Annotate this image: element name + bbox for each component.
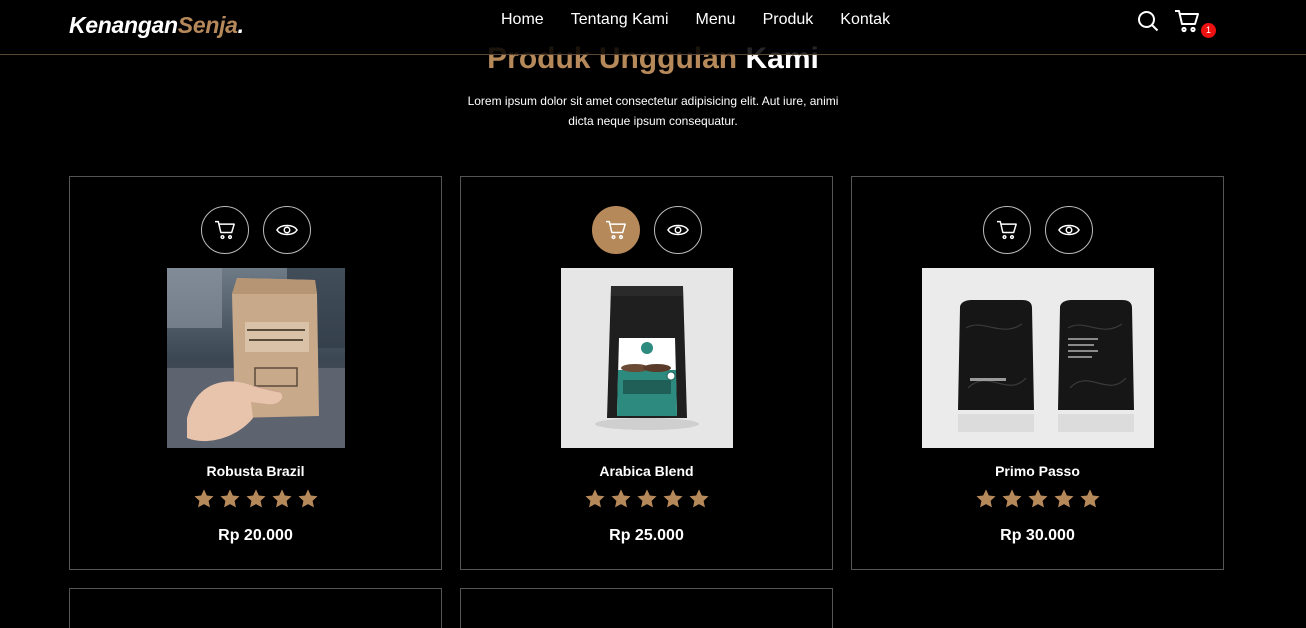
product-image [561,268,733,448]
product-price: Rp 20.000 [218,527,293,544]
product-card: Primo Passo Rp 30.000 [851,176,1224,570]
cart-icon [214,220,235,240]
logo-dot: . [237,12,244,38]
product-actions [852,206,1223,254]
product-card: Arabica Blend Rp 25.000 [460,176,833,570]
star-icon [1027,489,1048,508]
star-icon [245,489,266,508]
product-card: Robusta Brazil Rp 20.000 [69,176,442,570]
product-card [460,588,833,628]
logo-main: Kenangan [69,12,178,38]
navbar: KenanganSenja. Home Tentang Kami Menu Pr… [0,0,1306,55]
view-detail-button[interactable] [653,206,702,254]
star-icon [1079,489,1100,508]
nav-about[interactable]: Tentang Kami [571,11,669,29]
product-rating [461,488,832,510]
add-to-cart-button[interactable] [200,206,249,254]
nav-links: Home Tentang Kami Menu Produk Kontak [501,11,917,29]
eye-icon [1057,224,1080,236]
star-icon [1001,489,1022,508]
logo[interactable]: KenanganSenja. [69,12,244,39]
product-name: Arabica Blend [599,463,694,479]
product-rating [852,488,1223,510]
star-icon [584,489,605,508]
section-subtitle: Lorem ipsum dolor sit amet consectetur a… [467,94,839,128]
star-icon [688,489,709,508]
star-icon [1053,489,1074,508]
search-icon[interactable] [1136,9,1160,33]
nav-contact[interactable]: Kontak [840,11,890,29]
view-detail-button[interactable] [1044,206,1093,254]
star-icon [297,489,318,508]
nav-products[interactable]: Produk [763,11,814,29]
product-name: Robusta Brazil [206,463,305,479]
nav-menu[interactable]: Menu [696,11,736,29]
star-icon [610,489,631,508]
product-actions [70,206,441,254]
star-icon [271,489,292,508]
cart-badge: 1 [1201,23,1216,38]
cart-icon [996,220,1017,240]
view-detail-button[interactable] [262,206,311,254]
nav-icons: 1 [1136,9,1216,38]
add-to-cart-button[interactable] [591,206,640,254]
product-price: Rp 30.000 [1000,527,1075,544]
product-rating [70,488,441,510]
eye-icon [666,224,689,236]
product-image [922,268,1154,448]
star-icon [219,489,240,508]
product-image [167,268,345,448]
star-icon [662,489,683,508]
cart-icon [605,220,626,240]
star-icon [636,489,657,508]
star-icon [975,489,996,508]
eye-icon [275,224,298,236]
product-name: Primo Passo [995,463,1080,479]
logo-accent: Senja [177,12,238,38]
product-actions [461,206,832,254]
product-price: Rp 25.000 [609,527,684,544]
star-icon [193,489,214,508]
add-to-cart-button[interactable] [982,206,1031,254]
nav-home[interactable]: Home [501,11,544,29]
product-card [69,588,442,628]
cart-icon[interactable]: 1 [1174,9,1216,38]
